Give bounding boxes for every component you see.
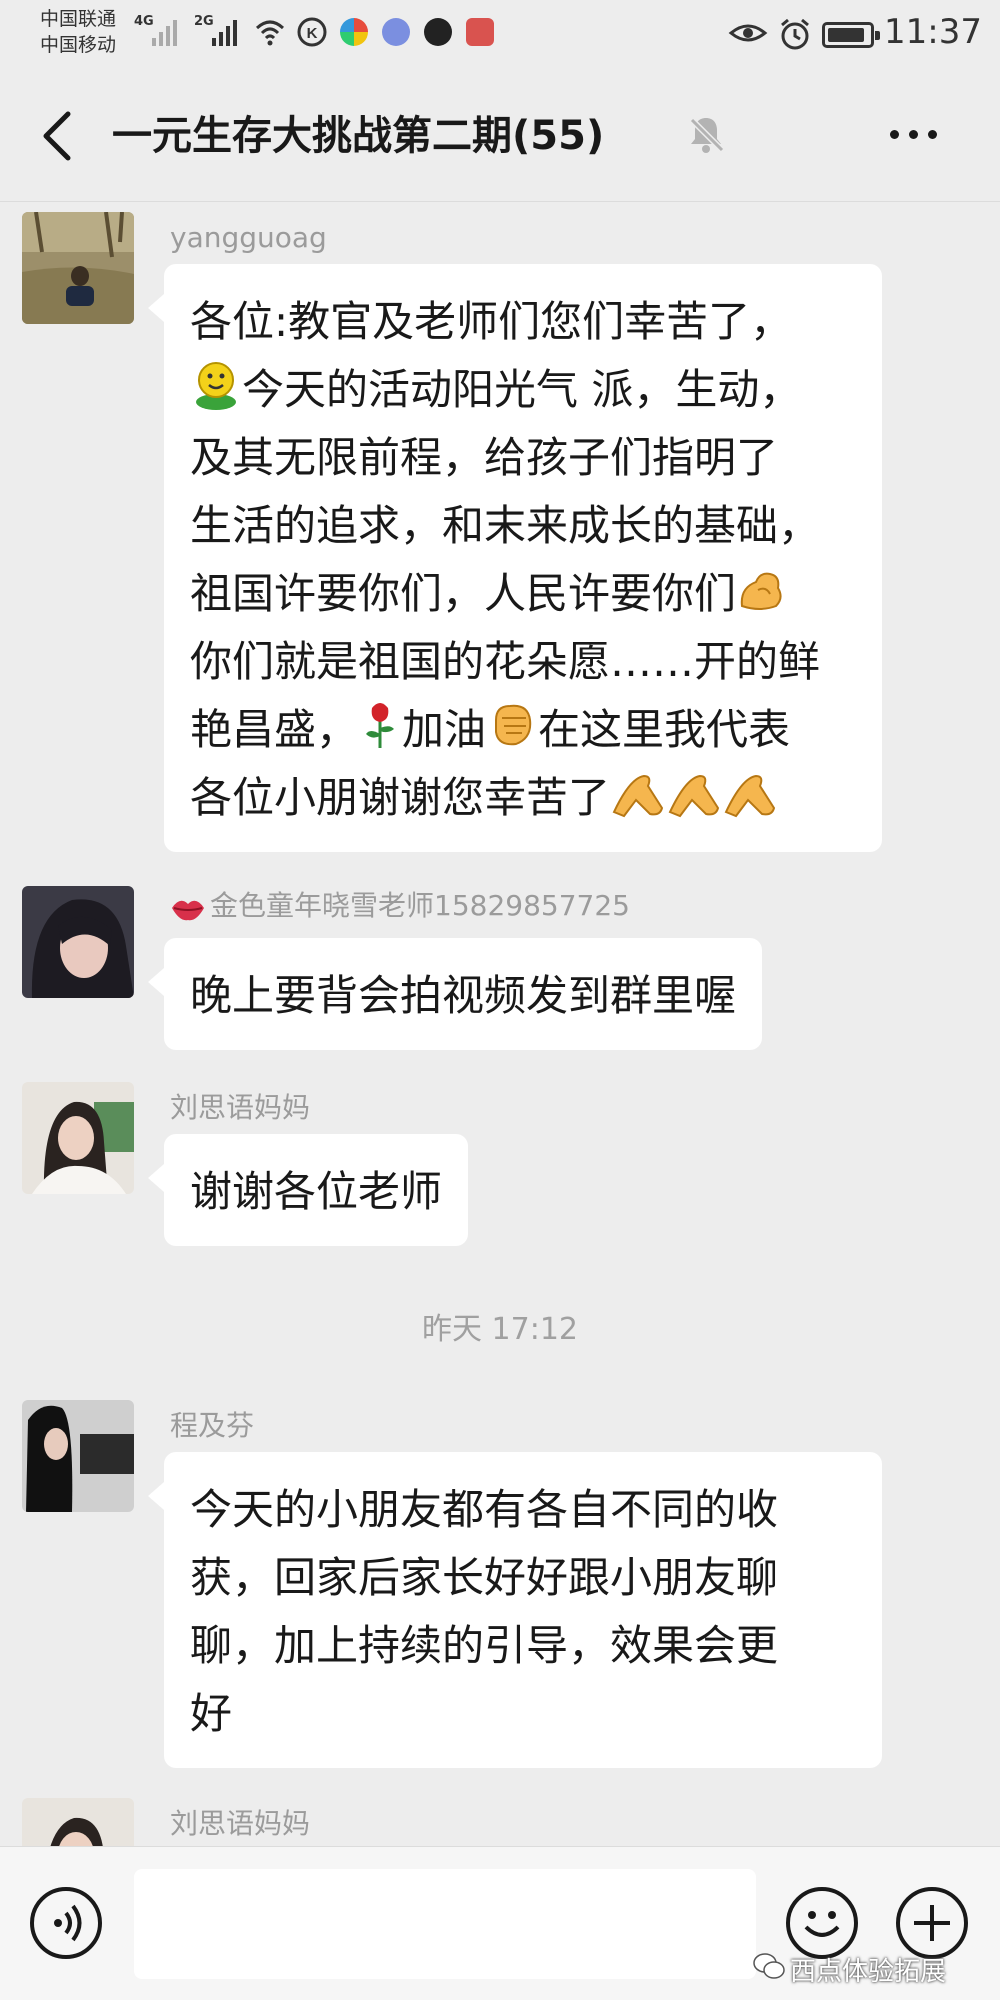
chat-screen: 中国联通 中国移动 4G 2G K 11:37 一元生存大挑战第二期(55) y… [0,0,1000,2000]
wechat-logo-icon [753,1953,785,1979]
more-options-button[interactable] [890,130,937,139]
smiley-emoji-icon [196,362,236,410]
tiktok-app-icon [424,18,452,46]
message-bubble[interactable]: 各位:教官及老师们您们幸苦了， 今天的活动阳光气 派，生动， 及其无限前程，给孩… [148,264,882,852]
lips-emoji-icon [172,900,204,921]
message-text: 晚上要背会拍视频发到群里喔 [190,971,737,1020]
watermark-text: 西点体验拓展 [790,1957,947,1987]
wifi-icon [255,20,285,46]
kugou-app-icon: K [297,17,327,47]
carrier-1: 中国联通 [40,8,117,30]
message-text: 谢谢各位老师 [190,1167,443,1216]
chat-title: 一元生存大挑战第二期(55) [112,113,605,159]
message-line-text: 在这里我代表 [538,705,791,754]
eye-comfort-icon [728,24,768,42]
message-line: 及其无限前程，给孩子们指明了 [190,433,779,482]
message-input[interactable] [134,1869,756,1979]
sender-name: 刘思语妈妈 [170,1091,311,1124]
message-line: 你们就是祖国的花朵愿……开的鲜 [190,637,821,686]
message-line-text: 今天的活动阳光气 派，生动， [242,365,802,414]
ok-hand-emoji-icon [668,774,720,818]
more-functions-button[interactable] [896,1887,968,1959]
message-bubble[interactable]: 谢谢各位老师 [147,1134,469,1246]
message-line: 各位小朋谢谢您幸苦了 [190,764,856,832]
battery-icon [822,22,880,48]
emoji-button[interactable] [786,1887,858,1959]
sender-name: 程及芬 [170,1409,255,1442]
mute-bell-icon [689,117,725,153]
music-app-icon [382,18,410,46]
red-app-icon [466,18,494,46]
rose-emoji-icon [366,703,395,748]
status-time: 11:37 [884,12,982,52]
ok-hand-emoji-icon [724,774,776,818]
ok-hand-emoji-icon [612,774,664,818]
carrier-names: 中国联通 中国移动 [40,6,116,58]
message-bubble[interactable]: 今天的小朋友都有各自不同的收 获，回家后家长好好跟小朋友聊 聊，加上持续的引导，… [148,1452,882,1768]
message-line: 今天的活动阳光气 派，生动， [190,356,856,424]
input-bar: 西点体验拓展 [0,1846,1000,2000]
message-line: 各位:教官及老师们您们幸苦了， [190,297,793,346]
smiley-icon [804,1911,840,1937]
flexed-arm-emoji-icon [740,572,782,610]
voice-icon [54,1904,82,1942]
message-line-text: 加油 [402,705,487,754]
message-line: 艳昌盛， 加油 在这里我代表 [190,696,856,764]
avatar[interactable] [22,1400,134,1512]
message-timestamp: 昨天 17:12 [422,1312,578,1347]
back-arrow-icon[interactable] [36,106,80,166]
message-line-text: 祖国许要你们，人民许要你们 [190,569,737,618]
message-bubble[interactable]: 晚上要背会拍视频发到群里喔 [147,938,763,1050]
message-line: 生活的追求，和末来成长的基础， [190,501,821,550]
message-line: 获，回家后家长好好跟小朋友聊 [190,1553,779,1602]
message-line: 今天的小朋友都有各自不同的收 [190,1485,779,1534]
alarm-icon [781,18,809,50]
avatar[interactable] [22,212,134,324]
sender-name: yangguoag [170,221,327,254]
message-line-text: 各位小朋谢谢您幸苦了 [190,773,611,822]
plus-icon [914,1905,950,1941]
voice-input-button[interactable] [30,1887,102,1959]
chat-header: 一元生存大挑战第二期(55) [0,66,1000,202]
avatar[interactable] [22,1082,134,1194]
fist-emoji-icon [495,704,532,746]
svg-text:K: K [307,25,318,42]
signal-2-icon [212,18,237,46]
message-line: 祖国许要你们，人民许要你们 [190,560,856,628]
sender-name: 金色童年晓雪老师15829857725 [210,889,630,922]
status-bar: 中国联通 中国移动 4G 2G K 11:37 [0,0,1000,66]
avatar[interactable] [22,886,134,998]
network-type-1: 4G [134,14,154,29]
message-line: 好 [190,1689,233,1738]
signal-1-icon [152,18,177,46]
network-type-2: 2G [194,14,214,29]
app-notification-icon [340,18,368,46]
carrier-2: 中国移动 [40,34,117,56]
sender-name: 刘思语妈妈 [170,1807,311,1840]
message-line-text: 艳昌盛， [190,705,359,754]
message-line: 聊，加上持续的引导，效果会更 [190,1621,779,1670]
